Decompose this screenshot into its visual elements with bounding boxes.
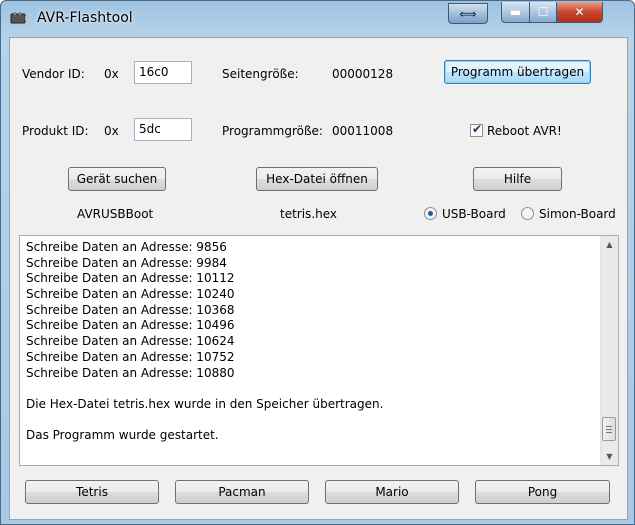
log-line: Schreibe Daten an Adresse: 9984 xyxy=(26,255,227,270)
produkt-id-input[interactable]: 5dc xyxy=(134,118,192,141)
programmgroesse-value: 00011008 xyxy=(332,124,394,138)
vendor-id-prefix: 0x xyxy=(104,67,119,81)
grip-line xyxy=(606,432,612,433)
log-line: Schreibe Daten an Adresse: 10752 xyxy=(26,349,235,364)
hex-datei-oeffnen-button[interactable]: Hex-Datei öffnen xyxy=(256,167,378,191)
log-scrollbar[interactable]: ▲ ▼ xyxy=(600,236,618,465)
mario-button[interactable]: Mario xyxy=(325,480,459,504)
produkt-id-label: Produkt ID: xyxy=(22,124,89,138)
simon-board-radio[interactable] xyxy=(521,207,534,220)
vendor-id-input[interactable]: 16c0 xyxy=(134,61,192,84)
checkmark-icon: ✔ xyxy=(472,122,483,136)
simon-board-label[interactable]: Simon-Board xyxy=(539,207,616,221)
log-line: Schreibe Daten an Adresse: 10368 xyxy=(26,302,235,317)
flashtool-icon xyxy=(10,12,28,24)
pacman-button[interactable]: Pacman xyxy=(175,480,309,504)
tetris-button[interactable]: Tetris xyxy=(25,480,159,504)
scroll-up-arrow-icon[interactable]: ▲ xyxy=(601,236,618,253)
radio-selected-dot xyxy=(428,211,433,216)
grip-line xyxy=(606,426,612,427)
log-line: Schreibe Daten an Adresse: 10496 xyxy=(26,318,235,333)
title-bar[interactable]: AVR-Flashtool ⟺ ▬ ☐ ✕ xyxy=(1,1,634,37)
log-line: Das Programm wurde gestartet. xyxy=(26,428,219,443)
seitengroesse-label: Seitengröße: xyxy=(222,67,299,81)
pong-button[interactable]: Pong xyxy=(475,480,610,504)
programmgroesse-label: Programmgröße: xyxy=(222,124,323,138)
close-button[interactable]: ✕ xyxy=(556,2,603,23)
file-name-label: tetris.hex xyxy=(280,207,338,221)
geraet-suchen-button[interactable]: Gerät suchen xyxy=(68,167,166,191)
reboot-label[interactable]: Reboot AVR! xyxy=(487,124,562,138)
device-name-label: AVRUSBBoot xyxy=(77,207,154,221)
window-title: AVR-Flashtool xyxy=(37,10,133,26)
log-lines: Schreibe Daten an Adresse: 9856 Schreibe… xyxy=(26,240,596,444)
grip-line xyxy=(606,429,612,430)
hilfe-button[interactable]: Hilfe xyxy=(473,167,562,191)
log-textbox[interactable]: Schreibe Daten an Adresse: 9856 Schreibe… xyxy=(19,235,619,466)
app-window: AVR-Flashtool ⟺ ▬ ☐ ✕ Vendor ID: 0x 16c0… xyxy=(0,0,635,525)
usb-board-label[interactable]: USB-Board xyxy=(442,207,506,221)
log-line: Schreibe Daten an Adresse: 10112 xyxy=(26,271,235,286)
usb-board-radio[interactable] xyxy=(424,207,437,220)
produkt-id-prefix: 0x xyxy=(104,124,119,138)
minimize-button[interactable]: ▬ xyxy=(501,2,530,23)
scroll-down-arrow-icon[interactable]: ▼ xyxy=(601,448,618,465)
client-area: Vendor ID: 0x 16c0 Seitengröße: 00000128… xyxy=(9,37,628,520)
log-line: Die Hex-Datei tetris.hex wurde in den Sp… xyxy=(26,396,384,411)
programm-uebertragen-button[interactable]: Programm übertragen xyxy=(444,60,591,84)
reboot-checkbox[interactable]: ✔ xyxy=(470,122,483,137)
vendor-id-label: Vendor ID: xyxy=(22,67,85,81)
scrollbar-thumb[interactable] xyxy=(602,417,616,441)
log-line: Schreibe Daten an Adresse: 10624 xyxy=(26,334,235,349)
log-line: Schreibe Daten an Adresse: 9856 xyxy=(26,240,227,254)
resize-toggle-button[interactable]: ⟺ xyxy=(448,3,488,24)
maximize-button[interactable]: ☐ xyxy=(529,2,557,23)
seitengroesse-value: 00000128 xyxy=(332,67,394,81)
log-line: Schreibe Daten an Adresse: 10240 xyxy=(26,287,235,302)
log-line: Schreibe Daten an Adresse: 10880 xyxy=(26,365,235,380)
